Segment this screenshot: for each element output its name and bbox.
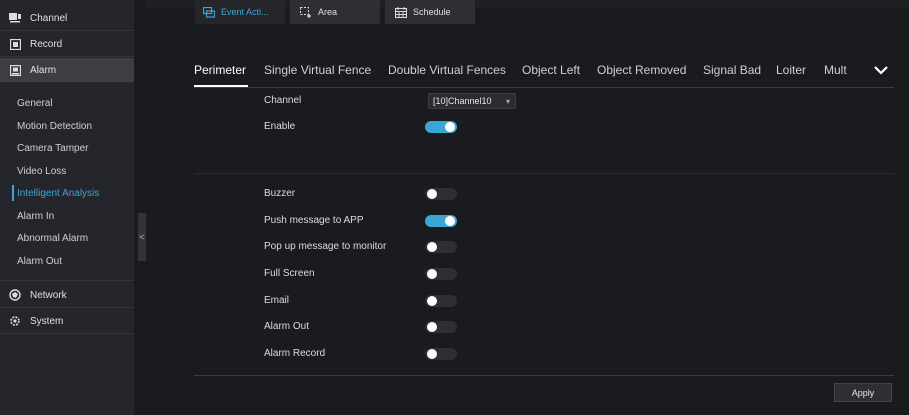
sidebar-subitem-motion-detection[interactable]: Motion Detection <box>0 115 134 137</box>
tab-object-removed[interactable]: Object Removed <box>597 63 686 77</box>
popup-message-label: Pop up message to monitor <box>264 241 387 252</box>
tab-perimeter[interactable]: Perimeter <box>194 63 246 77</box>
push-message-label: Push message to APP <box>264 215 364 226</box>
apply-button[interactable]: Apply <box>834 383 892 402</box>
tab-mult[interactable]: Mult <box>824 63 847 77</box>
alarm-record-label: Alarm Record <box>264 348 326 359</box>
buzzer-toggle[interactable] <box>425 188 457 200</box>
subtab-schedule[interactable]: Schedule <box>385 0 475 24</box>
subtab-area[interactable]: Area <box>290 0 380 24</box>
subtab-divider <box>195 173 895 174</box>
push-message-toggle[interactable] <box>425 215 457 227</box>
alarm-out-label: Alarm Out <box>264 321 310 332</box>
email-label: Email <box>264 295 290 306</box>
sidebar: Channel Record Alarm General Motion Dete… <box>0 0 134 415</box>
divider <box>0 56 134 57</box>
toggle-knob <box>445 122 455 132</box>
sidebar-item-system[interactable]: System <box>0 309 134 333</box>
sidebar-item-network[interactable]: Network <box>0 283 134 307</box>
toggle-knob <box>427 269 437 279</box>
sidebar-subitem-alarm-in[interactable]: Alarm In <box>0 205 134 227</box>
sidebar-subitem-intelligent-analysis[interactable]: Intelligent Analysis <box>0 182 134 204</box>
divider <box>0 333 134 334</box>
enable-label: Enable <box>264 121 296 132</box>
sidebar-item-label: System <box>30 315 64 327</box>
channel-icon <box>9 12 21 24</box>
network-icon <box>9 289 21 301</box>
sidebar-subitem-label: Intelligent Analysis <box>17 187 100 199</box>
subtab-label: Event Acti... <box>221 7 269 17</box>
divider <box>0 307 134 308</box>
channel-label: Channel <box>264 95 302 106</box>
footer-divider <box>194 375 894 376</box>
full-screen-toggle[interactable] <box>425 268 457 280</box>
sidebar-subitem-label: Video Loss <box>17 165 67 177</box>
sidebar-subitem-label: Camera Tamper <box>17 142 89 154</box>
toggle-knob <box>427 242 437 252</box>
alarm-record-toggle[interactable] <box>425 348 457 360</box>
chevron-down-icon[interactable] <box>874 62 888 75</box>
schedule-icon <box>395 6 407 18</box>
sidebar-subitem-alarm-out[interactable]: Alarm Out <box>0 250 134 272</box>
buzzer-label: Buzzer <box>264 188 296 199</box>
divider <box>0 280 134 281</box>
popup-message-toggle[interactable] <box>425 241 457 253</box>
sidebar-subitem-label: Abnormal Alarm <box>17 232 89 244</box>
alarm-out-toggle[interactable] <box>425 321 457 333</box>
sidebar-item-label: Network <box>30 289 67 301</box>
tab-signal-bad[interactable]: Signal Bad <box>703 63 761 77</box>
tab-double-virtual-fences[interactable]: Double Virtual Fences <box>388 63 506 77</box>
subtab-label: Schedule <box>413 7 451 17</box>
sidebar-subitem-label: General <box>17 97 53 109</box>
event-action-icon <box>203 6 215 18</box>
record-icon <box>9 38 21 50</box>
sidebar-item-channel[interactable]: Channel <box>0 6 134 30</box>
subtab-event-action[interactable]: Event Acti... <box>195 0 285 24</box>
sidebar-item-record[interactable]: Record <box>0 32 134 56</box>
alarm-icon <box>9 64 21 76</box>
sidebar-subitem-label: Alarm In <box>17 210 55 222</box>
sidebar-subitem-video-loss[interactable]: Video Loss <box>0 160 134 182</box>
divider <box>0 30 134 31</box>
sidebar-collapse-handle[interactable]: < <box>138 213 146 261</box>
enable-toggle[interactable] <box>425 121 457 133</box>
channel-select[interactable]: [10]Channel10 ▾ <box>428 93 516 109</box>
sidebar-subitem-camera-tamper[interactable]: Camera Tamper <box>0 137 134 159</box>
toggle-knob <box>445 216 455 226</box>
subtab-label: Area <box>318 7 338 17</box>
sidebar-subitem-abnormal-alarm[interactable]: Abnormal Alarm <box>0 227 134 249</box>
sidebar-subitem-label: Alarm Out <box>17 255 63 267</box>
sidebar-item-alarm[interactable]: Alarm <box>0 58 134 82</box>
tab-single-virtual-fence[interactable]: Single Virtual Fence <box>264 63 371 77</box>
toggle-knob <box>427 296 437 306</box>
tab-object-left[interactable]: Object Left <box>522 63 580 77</box>
sidebar-item-label: Channel <box>30 12 68 24</box>
tab-loiter[interactable]: Loiter <box>776 63 806 77</box>
tab-bar-divider <box>194 87 894 88</box>
channel-select-value: [10]Channel10 <box>433 96 492 106</box>
sidebar-item-label: Record <box>30 38 63 50</box>
email-toggle[interactable] <box>425 295 457 307</box>
toggle-knob <box>427 189 437 199</box>
sidebar-subitem-label: Motion Detection <box>17 120 93 132</box>
full-screen-label: Full Screen <box>264 268 315 279</box>
caret-down-icon: ▾ <box>505 97 510 106</box>
sidebar-subitem-general[interactable]: General <box>0 92 134 114</box>
toggle-knob <box>427 349 437 359</box>
sidebar-item-label: Alarm <box>30 64 57 76</box>
toggle-knob <box>427 322 437 332</box>
area-icon <box>300 6 312 18</box>
system-icon <box>9 315 21 327</box>
